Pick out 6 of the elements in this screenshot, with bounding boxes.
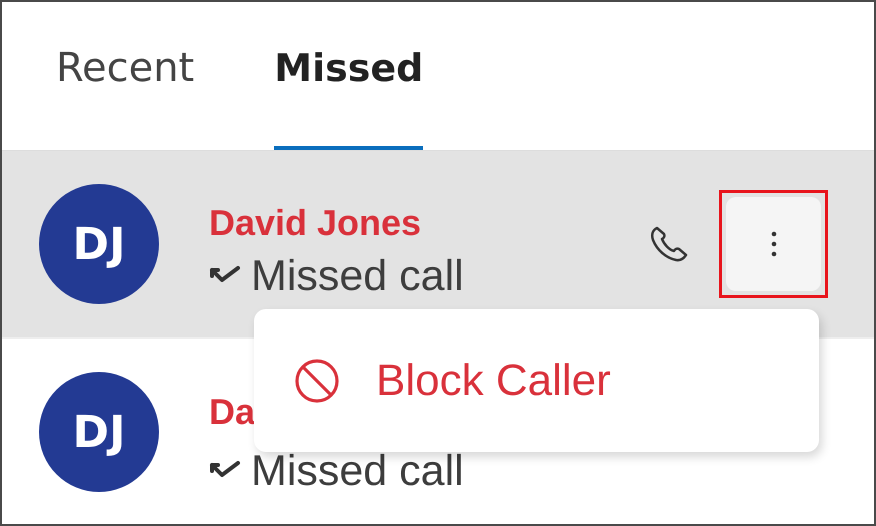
caller-name: Da [209,390,256,432]
caller-name: David Jones [209,202,422,244]
call-status: Missed call [251,446,464,496]
call-status: Missed call [251,252,464,300]
avatar: DJ [39,372,159,492]
avatar: DJ [39,184,159,304]
